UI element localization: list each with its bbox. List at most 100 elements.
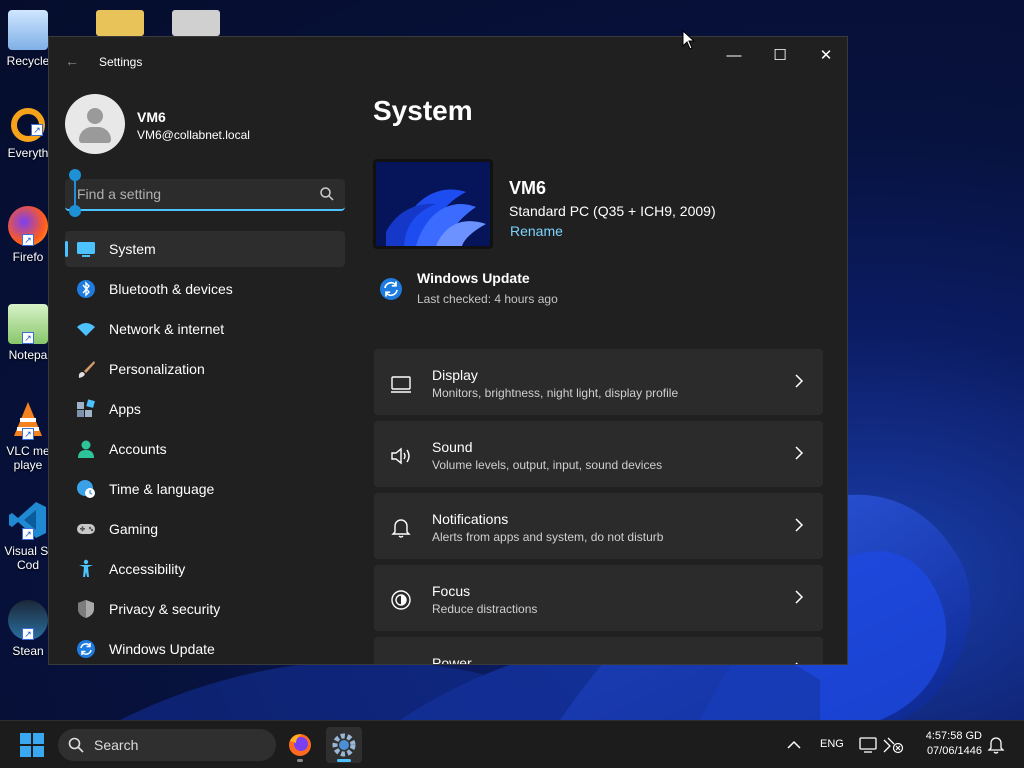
sidebar-item-label: Bluetooth & devices [109,281,233,297]
windows-update-icon[interactable] [379,277,403,301]
windows-start-icon[interactable] [14,731,50,759]
search-icon [68,737,84,753]
sidebar-item-windows-update[interactable]: Windows Update [65,631,345,664]
back-arrow-icon[interactable]: ← [65,53,79,69]
clock-time: 4:57:58 GD [925,730,982,742]
search-input[interactable] [77,179,307,209]
card-subtitle: Volume levels, output, input, sound devi… [432,458,663,472]
sidebar-item-system[interactable]: System [65,231,345,267]
sidebar-item-label: Windows Update [109,641,215,657]
system-icon [77,242,95,257]
settings-card-notifications[interactable]: Notifications Alerts from apps and syste… [374,493,823,559]
settings-window: ← Settings — ☐ ✕ VM6 VM6@collabnet.local… [48,36,848,665]
network-status-icon[interactable] [858,735,906,755]
accessibility-icon [79,559,93,577]
search-icon [320,187,334,201]
gear-icon [332,733,356,757]
sidebar-item-personalization[interactable]: Personalization [65,351,345,387]
accounts-icon [78,440,94,458]
taskbar-search[interactable]: Search [58,729,276,761]
sidebar-item-label: Apps [109,401,141,417]
windows-update-title[interactable]: Windows Update [417,270,530,286]
text-cursor-icon [69,169,81,217]
avatar-body [79,127,111,143]
taskbar-firefox[interactable] [282,727,318,763]
card-title: Power [432,655,472,665]
chevron-right-icon [795,374,804,388]
card-subtitle: Monitors, brightness, night light, displ… [432,386,679,400]
active-indicator [337,759,351,762]
mouse-pointer-icon [682,30,696,50]
sidebar-item-network[interactable]: Network & internet [65,311,345,347]
sidebar-item-label: Accounts [109,441,167,457]
sidebar-item-gaming[interactable]: Gaming [65,511,345,547]
running-indicator [297,759,303,762]
display-icon [391,376,411,393]
sidebar-item-bluetooth[interactable]: Bluetooth & devices [65,271,345,307]
minimize-button[interactable]: — [711,41,757,73]
sidebar-item-label: System [109,241,156,257]
device-model: Standard PC (Q35 + ICH9, 2009) [509,203,716,219]
rename-link[interactable]: Rename [510,223,563,239]
desktop-folder-icon[interactable] [96,10,144,36]
sidebar-item-label: Accessibility [109,561,186,577]
bell-icon [391,519,411,538]
steam-icon: ↗ [8,600,48,640]
clock[interactable]: 4:57:58 GD 07/06/1446 [912,729,982,759]
chevron-right-icon [795,662,799,664]
sidebar-item-apps[interactable]: Apps [65,391,345,427]
brush-icon [78,361,95,378]
sidebar-item-accessibility[interactable]: Accessibility [65,551,345,587]
time-language-icon [77,480,95,498]
sidebar-item-label: Gaming [109,521,159,537]
device-name: VM6 [509,178,547,198]
sidebar-item-time-language[interactable]: Time & language [65,471,345,507]
windows-update-status: Last checked: 4 hours ago [417,292,558,306]
profile-name: VM6 [137,109,166,125]
desktop-settings-icon[interactable] [172,10,220,36]
bluetooth-icon [77,280,95,298]
notification-bell-icon[interactable] [986,735,1006,755]
taskbar-settings[interactable] [326,727,362,763]
sidebar-item-accounts[interactable]: Accounts [65,431,345,467]
settings-card-focus[interactable]: Focus Reduce distractions [374,565,823,631]
windows-update-icon [77,640,95,658]
settings-card-display[interactable]: Display Monitors, brightness, night ligh… [374,349,823,415]
search-box[interactable] [65,179,345,211]
bloom-image [376,162,490,246]
gaming-icon [77,524,95,534]
taskbar-search-label: Search [94,737,139,753]
shortcut-arrow-icon: ↗ [22,234,34,246]
window-title: Settings [99,55,143,69]
card-title: Display [432,367,478,383]
shortcut-arrow-icon: ↗ [22,428,34,440]
apps-icon [77,399,95,417]
vlc-icon: ↗ [8,400,48,440]
sidebar-item-label: Personalization [109,361,205,377]
chevron-up-icon[interactable] [784,735,804,755]
device-wallpaper-thumbnail [373,159,493,249]
power-icon [390,661,412,665]
shortcut-arrow-icon: ↗ [22,332,34,344]
title-bar[interactable]: ← Settings — ☐ ✕ [49,37,847,85]
maximize-button[interactable]: ☐ [757,41,803,73]
avatar[interactable] [65,94,125,154]
shield-icon [78,600,94,618]
sidebar-item-privacy-security[interactable]: Privacy & security [65,591,345,627]
chevron-right-icon [795,446,804,460]
chevron-right-icon [795,590,804,604]
sidebar-item-label: Network & internet [109,321,225,337]
avatar-head [87,108,103,124]
recycle-bin-icon [8,10,48,50]
sidebar-item-label: Time & language [109,481,215,497]
card-subtitle: Reduce distractions [432,602,538,616]
settings-card-power[interactable]: Power [374,637,823,665]
language-indicator[interactable]: ENG [820,738,844,750]
page-title: System [373,95,473,126]
sidebar-nav: System Bluetooth & devices Network & int… [65,231,345,664]
everything-icon: ↗ [11,108,45,142]
firefox-icon: ↗ [8,206,48,246]
settings-card-sound[interactable]: Sound Volume levels, output, input, soun… [374,421,823,487]
close-button[interactable]: ✕ [803,41,847,73]
firefox-icon [289,734,311,756]
